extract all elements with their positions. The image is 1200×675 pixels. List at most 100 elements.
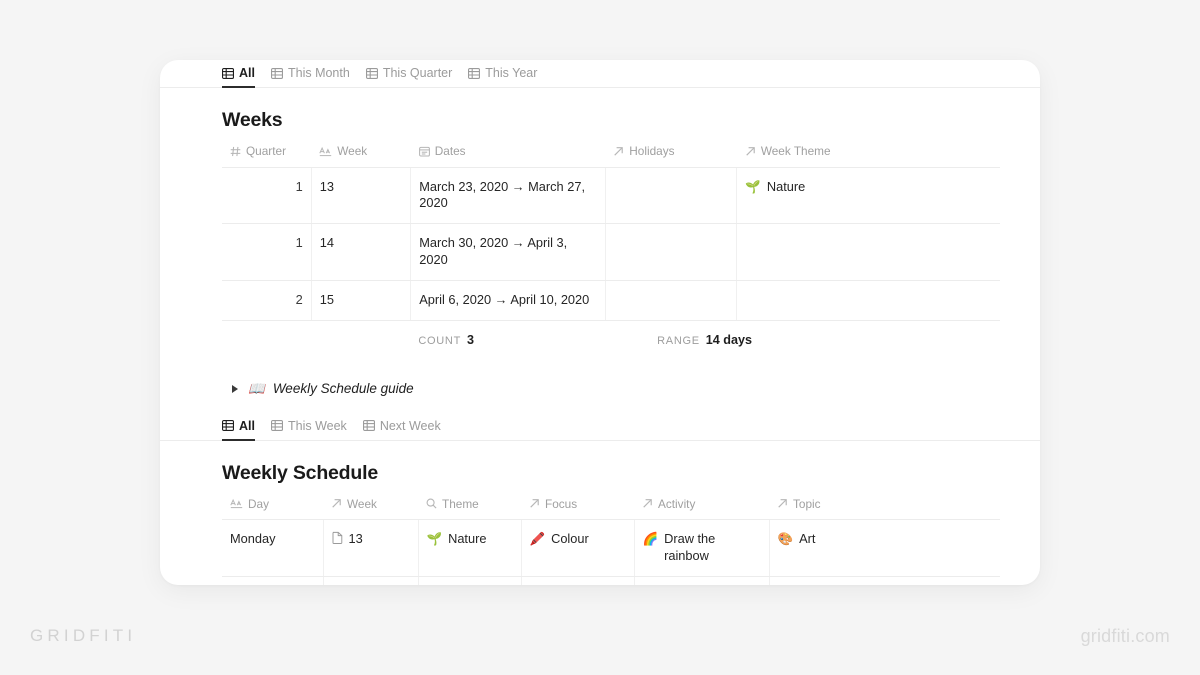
notion-card: All This Month This Quarter This Year We… xyxy=(160,60,1040,585)
weekly-schedule-table: Day Week Theme Focus Activity Topic Mond… xyxy=(222,494,1000,585)
table-icon xyxy=(270,67,283,79)
cell-quarter: 2 xyxy=(222,280,312,321)
table-row[interactable]: Monday 13 xyxy=(222,519,1000,578)
cell-holidays xyxy=(605,167,738,225)
tab-label: This Quarter xyxy=(382,66,453,80)
page-root: GRIDFITI gridfiti.com All This Month Thi… xyxy=(0,0,1200,675)
table-icon xyxy=(222,67,234,79)
page-icon xyxy=(332,531,343,548)
theme-label: Nature xyxy=(766,178,806,194)
table-row[interactable]: Monday 13 xyxy=(222,576,1000,585)
column-header-quarter[interactable]: Quarter xyxy=(222,142,312,168)
text-icon xyxy=(319,146,332,157)
brand-url: gridfiti.com xyxy=(1080,626,1170,646)
cell-day: Monday xyxy=(222,519,324,578)
column-header-activity[interactable]: Activity xyxy=(634,494,769,521)
column-label: Quarter xyxy=(246,144,286,158)
cell-week-theme: 🌱 Nature xyxy=(736,167,1000,225)
table-icon xyxy=(468,67,481,79)
brand-wordmark: GRIDFITI xyxy=(30,626,137,645)
cell-theme: 🌱 Nature xyxy=(418,576,522,585)
cell-week-theme xyxy=(736,223,1000,282)
weeks-summary-row: COUNT 3 RANGE 14 days xyxy=(222,321,1000,347)
column-header-day[interactable]: Day xyxy=(222,494,323,521)
focus-emoji: 🖍️ xyxy=(529,532,546,547)
cell-week: 13 xyxy=(323,576,419,585)
activity-emoji: 🌈 xyxy=(642,532,659,547)
column-header-dates[interactable]: Dates xyxy=(410,142,606,168)
tab-schedule-this-week[interactable]: This Week xyxy=(270,419,347,441)
rollup-icon xyxy=(426,498,437,509)
tab-label: Next Week xyxy=(379,418,441,433)
cell-holidays xyxy=(605,223,738,282)
column-label: Holidays xyxy=(629,144,675,158)
table-icon xyxy=(365,67,378,79)
book-icon: 📖 xyxy=(248,380,265,396)
theme-emoji: 🌱 xyxy=(745,179,761,194)
cell-dates: March 30, 2020 → April 3, 2020 xyxy=(410,223,606,282)
weeks-tabbar: All This Month This Quarter This Year xyxy=(160,60,1040,88)
column-header-topic[interactable]: Topic xyxy=(769,494,1000,521)
summary-count-label: COUNT xyxy=(418,334,461,347)
column-header-week[interactable]: Week xyxy=(311,142,411,168)
summary-range[interactable]: RANGE 14 days xyxy=(502,333,780,347)
toggle-label: Weekly Schedule guide xyxy=(272,381,414,397)
cell-activity: 🌈 Draw the rainbow xyxy=(634,519,770,578)
table-icon xyxy=(222,420,234,432)
tab-label: This Month xyxy=(287,66,350,80)
weekly-schedule-guide-toggle[interactable]: 📖 Weekly Schedule guide xyxy=(222,347,1040,413)
relation-icon xyxy=(331,498,342,509)
tab-weeks-this-month[interactable]: This Month xyxy=(270,66,350,88)
cell-topic: 🎨 Art xyxy=(769,576,1000,585)
summary-count-value: 3 xyxy=(466,332,474,347)
cell-day: Monday xyxy=(222,576,324,585)
table-row[interactable]: 1 13 March 23, 2020 → March 27, 2020 🌱 N… xyxy=(222,167,1000,225)
weeks-title: Weeks xyxy=(222,109,283,131)
column-header-theme[interactable]: Theme xyxy=(418,494,521,521)
cell-dates: April 6, 2020 → April 10, 2020 xyxy=(410,280,606,321)
table-row[interactable]: 2 15 April 6, 2020 → April 10, 2020 xyxy=(222,280,1000,321)
weeks-table: Quarter Week Dates Holidays Week Theme 1… xyxy=(222,142,1000,321)
column-label: Week Theme xyxy=(760,144,831,158)
tab-weeks-all[interactable]: All xyxy=(222,66,255,88)
relation-icon xyxy=(777,498,788,509)
cell-dates: March 23, 2020 → March 27, 2020 xyxy=(410,167,606,225)
tab-weeks-this-year[interactable]: This Year xyxy=(468,66,537,88)
table-row[interactable]: 1 14 March 30, 2020 → April 3, 2020 xyxy=(222,223,1000,282)
column-label: Focus xyxy=(545,496,578,511)
column-header-week-theme[interactable]: Week Theme xyxy=(736,142,1000,168)
weeks-table-header: Quarter Week Dates Holidays Week Theme xyxy=(222,142,1000,168)
tab-label: All xyxy=(239,66,255,80)
column-label: Topic xyxy=(793,496,821,511)
schedule-table-header: Day Week Theme Focus Activity Topic xyxy=(222,494,1000,521)
tab-weeks-this-quarter[interactable]: This Quarter xyxy=(365,66,453,88)
column-header-focus[interactable]: Focus xyxy=(521,494,634,521)
chevron-right-icon[interactable] xyxy=(232,384,238,393)
summary-count[interactable]: COUNT 3 xyxy=(222,333,502,347)
cell-week: 14 xyxy=(311,223,412,282)
relation-icon xyxy=(642,498,653,509)
table-icon xyxy=(362,420,375,432)
relation-icon xyxy=(613,146,624,157)
cell-week: 15 xyxy=(311,280,412,321)
column-label: Week xyxy=(337,144,368,158)
column-label: Day xyxy=(248,496,269,511)
column-header-week[interactable]: Week xyxy=(323,494,418,521)
relation-icon xyxy=(745,146,756,157)
cell-activity: 🌿 The Amazon Rainforest xyxy=(634,576,770,585)
cell-quarter: 1 xyxy=(222,167,312,225)
topic-label: Art xyxy=(799,531,816,547)
column-header-holidays[interactable]: Holidays xyxy=(605,142,737,168)
theme-emoji: 🌱 xyxy=(426,532,443,547)
number-icon xyxy=(230,146,241,157)
calendar-icon xyxy=(418,146,430,157)
cell-week: 13 xyxy=(311,167,412,225)
tab-schedule-all[interactable]: All xyxy=(222,419,255,441)
focus-label: Colour xyxy=(551,531,589,547)
table-icon xyxy=(270,420,283,432)
schedule-title: Weekly Schedule xyxy=(222,461,378,484)
tab-label: All xyxy=(239,418,255,433)
tab-label: This Year xyxy=(485,66,538,80)
tab-schedule-next-week[interactable]: Next Week xyxy=(362,418,441,441)
cell-focus: 🖍️ Colour xyxy=(521,519,635,578)
